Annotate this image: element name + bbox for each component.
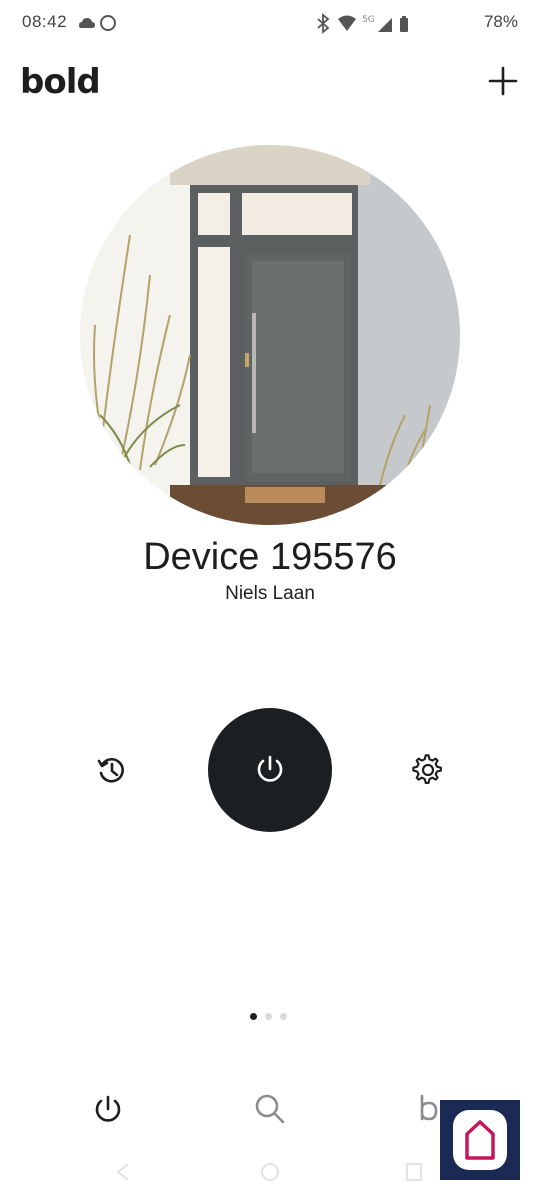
cloud-icon: [79, 18, 95, 28]
top-bar: bold: [0, 58, 540, 108]
power-icon: [95, 1095, 121, 1122]
wifi-icon: [338, 15, 356, 31]
settings-button[interactable]: [412, 754, 444, 786]
nav-power[interactable]: [90, 1091, 126, 1127]
overlay-card: [453, 1110, 507, 1170]
recents-icon: [406, 1163, 422, 1181]
app-logo: bold: [20, 62, 101, 102]
add-device-button[interactable]: [488, 66, 518, 96]
status-battery: 78%: [483, 12, 518, 31]
page-dot-3[interactable]: [280, 1013, 287, 1020]
status-right-icons: 5G: [314, 13, 454, 40]
device-name: Device 195576: [143, 536, 397, 578]
home-outline-icon: [465, 1120, 495, 1160]
unlock-power-button[interactable]: [208, 708, 332, 832]
page-dot-2[interactable]: [265, 1013, 272, 1020]
nav-search[interactable]: [252, 1091, 288, 1127]
page-dot-1[interactable]: [250, 1013, 257, 1020]
status-left-icons: [78, 13, 118, 38]
overlay-app-badge[interactable]: [440, 1100, 520, 1180]
home-icon: [261, 1163, 279, 1181]
network-type: 5G: [362, 15, 375, 25]
device-photo: [80, 145, 460, 525]
signal-icon: [378, 18, 392, 32]
status-bar: 08:42 5G 78%: [0, 0, 540, 46]
device-location: Niels Laan: [225, 583, 315, 604]
gear-icon: [412, 754, 442, 784]
battery-icon: [400, 16, 408, 32]
plus-icon: [488, 66, 518, 96]
power-icon: [257, 755, 283, 782]
back-icon: [116, 1163, 129, 1181]
search-icon: [255, 1094, 285, 1124]
bluetooth-icon: [317, 13, 330, 34]
circle-icon: [100, 15, 116, 31]
history-icon: [97, 758, 124, 783]
status-time: 08:42: [22, 12, 68, 31]
history-button[interactable]: [96, 755, 128, 787]
